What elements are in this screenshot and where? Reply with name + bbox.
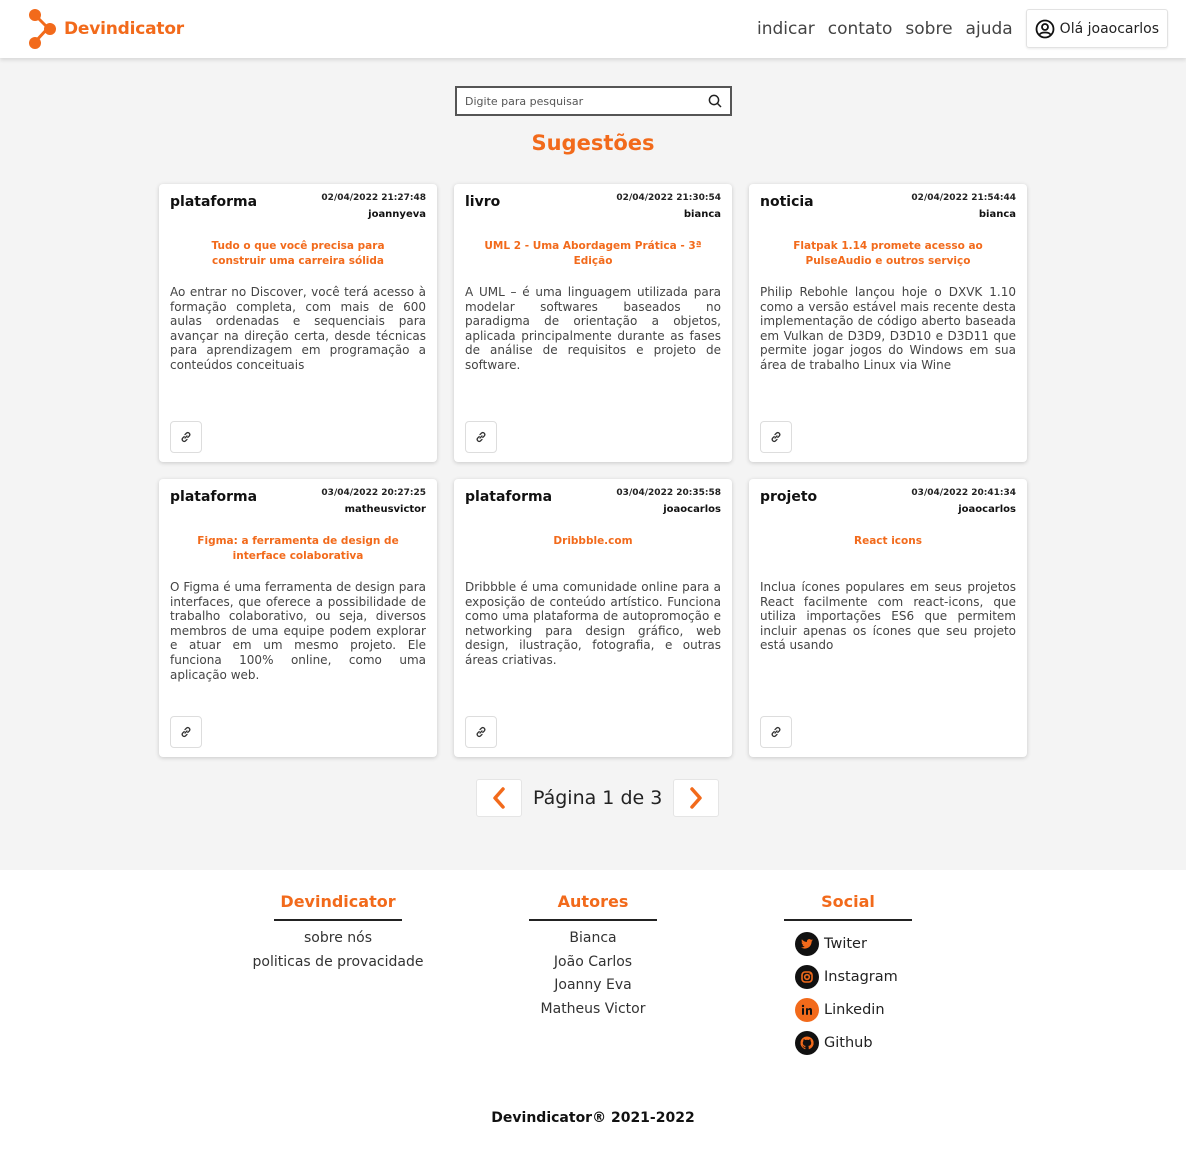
card-author: joaocarlos	[958, 504, 1016, 515]
card-link-button[interactable]	[465, 421, 497, 453]
footer-col-social: Social Twiter Instagram Linkedin Github	[728, 892, 968, 1059]
instagram-icon	[795, 964, 819, 989]
prev-page-button[interactable]	[476, 779, 522, 817]
footer-col-authors: Autores Bianca João Carlos Joanny Eva Ma…	[473, 892, 713, 1022]
card-category: plataforma	[465, 489, 553, 505]
card-author: joaocarlos	[663, 504, 721, 515]
pagination: Página 1 de 3	[476, 779, 720, 817]
card-title[interactable]: Tudo o que você precisa para construir u…	[189, 239, 407, 269]
footer-links: Bianca João Carlos Joanny Eva Matheus Vi…	[473, 927, 713, 1022]
social-link-linkedin[interactable]: Linkedin	[795, 993, 968, 1026]
nav-link-indicar[interactable]: indicar	[757, 19, 815, 39]
card-category: projeto	[760, 489, 818, 505]
card-link-button[interactable]	[760, 716, 792, 748]
brand-name: Devindicator	[64, 19, 184, 39]
card-category: noticia	[760, 194, 814, 210]
footer: Devindicator sobre nós politicas de prov…	[0, 870, 1186, 1155]
card-date: 02/04/2022 21:30:54	[616, 193, 721, 203]
card-link-button[interactable]	[170, 421, 202, 453]
footer-col-devindicator: Devindicator sobre nós politicas de prov…	[218, 892, 458, 974]
page-indicator: Página 1 de 3	[533, 787, 663, 809]
card-description: Philip Rebohle lançou hoje o DXVK 1.10 c…	[760, 285, 1016, 372]
top-navbar: Devindicator indicar contato sobre ajuda…	[0, 0, 1186, 58]
card-link-button[interactable]	[170, 716, 202, 748]
linkedin-icon	[795, 997, 819, 1022]
nav-link-contato[interactable]: contato	[828, 19, 893, 39]
footer-link-author[interactable]: Bianca	[473, 927, 713, 951]
nav-link-sobre[interactable]: sobre	[905, 19, 952, 39]
card-author: bianca	[978, 209, 1016, 220]
footer-link-author[interactable]: Joanny Eva	[473, 974, 713, 998]
github-icon	[795, 1030, 819, 1055]
logo-icon	[29, 9, 56, 49]
card-title[interactable]: Flatpak 1.14 promete acesso ao PulseAudi…	[779, 239, 997, 269]
card-category: plataforma	[170, 194, 258, 210]
search-icon[interactable]	[708, 94, 722, 108]
card-link-button[interactable]	[760, 421, 792, 453]
copyright-text: Devindicator® 2021-2022	[491, 1110, 695, 1126]
link-icon	[771, 726, 781, 738]
link-icon	[476, 431, 486, 443]
link-icon	[181, 431, 191, 443]
card-description: Inclua ícones populares em seus projetos…	[760, 580, 1016, 653]
footer-heading: Autores	[529, 892, 657, 921]
link-icon	[181, 726, 191, 738]
social-list: Twiter Instagram Linkedin Github	[795, 927, 968, 1059]
suggestion-card: plataforma 03/04/2022 20:27:25 matheusvi…	[159, 479, 437, 757]
social-link-twitter[interactable]: Twiter	[795, 927, 968, 960]
user-circle-icon	[1035, 19, 1055, 38]
social-label: Twiter	[824, 935, 867, 952]
card-description: Dribbble é uma comunidade online para a …	[465, 580, 721, 667]
footer-heading: Social	[784, 892, 912, 921]
footer-link-privacy[interactable]: politicas de provacidade	[218, 951, 458, 975]
card-author: bianca	[683, 209, 721, 220]
social-label: Github	[824, 1034, 873, 1051]
card-title[interactable]: React icons	[779, 534, 997, 549]
suggestion-card: livro 02/04/2022 21:30:54 bianca UML 2 -…	[454, 184, 732, 462]
brand-logo[interactable]: Devindicator	[28, 8, 184, 50]
footer-links: sobre nós politicas de provacidade	[218, 927, 458, 974]
twitter-icon	[795, 931, 819, 956]
footer-link-author[interactable]: Matheus Victor	[473, 998, 713, 1022]
link-icon	[771, 431, 781, 443]
card-category: plataforma	[170, 489, 258, 505]
search-box	[455, 86, 732, 116]
card-author: matheusvictor	[344, 504, 426, 515]
footer-link-author[interactable]: João Carlos	[473, 951, 713, 975]
card-category: livro	[465, 194, 501, 210]
nav-link-ajuda[interactable]: ajuda	[966, 19, 1013, 39]
social-label: Instagram	[824, 968, 898, 985]
card-description: Ao entrar no Discover, você terá acesso …	[170, 285, 426, 372]
suggestion-card: plataforma 02/04/2022 21:27:48 joannyeva…	[159, 184, 437, 462]
footer-heading: Devindicator	[274, 892, 402, 921]
card-title[interactable]: Figma: a ferramenta de design de interfa…	[189, 534, 407, 564]
footer-link-about[interactable]: sobre nós	[218, 927, 458, 951]
card-link-button[interactable]	[465, 716, 497, 748]
social-link-instagram[interactable]: Instagram	[795, 960, 968, 993]
user-greeting: Olá joaocarlos	[1059, 20, 1159, 37]
card-title[interactable]: UML 2 - Uma Abordagem Prática - 3ª Ediçã…	[484, 239, 702, 269]
chevron-right-icon	[690, 787, 703, 809]
card-date: 02/04/2022 21:54:44	[911, 193, 1016, 203]
card-description: O Figma é uma ferramenta de design para …	[170, 580, 426, 682]
chevron-left-icon	[493, 787, 505, 809]
user-menu-button[interactable]: Olá joaocarlos	[1025, 9, 1168, 48]
card-date: 02/04/2022 21:27:48	[321, 193, 426, 203]
suggestion-card: noticia 02/04/2022 21:54:44 bianca Flatp…	[749, 184, 1027, 462]
suggestion-card: projeto 03/04/2022 20:41:34 joaocarlos R…	[749, 479, 1027, 757]
card-date: 03/04/2022 20:35:58	[616, 488, 721, 498]
card-title[interactable]: Dribbble.com	[484, 534, 702, 549]
card-description: A UML – é uma linguagem utilizada para m…	[465, 285, 721, 372]
link-icon	[476, 726, 486, 738]
card-date: 03/04/2022 20:41:34	[911, 488, 1016, 498]
main-nav: indicar contato sobre ajuda Olá joaocarl…	[757, 9, 1168, 48]
social-label: Linkedin	[824, 1001, 885, 1018]
card-author: joannyeva	[368, 209, 426, 220]
next-page-button[interactable]	[673, 779, 720, 817]
page-title: Sugestões	[531, 131, 655, 155]
card-date: 03/04/2022 20:27:25	[321, 488, 426, 498]
suggestion-card: plataforma 03/04/2022 20:35:58 joaocarlo…	[454, 479, 732, 757]
social-link-github[interactable]: Github	[795, 1026, 968, 1059]
search-input[interactable]	[465, 94, 708, 108]
